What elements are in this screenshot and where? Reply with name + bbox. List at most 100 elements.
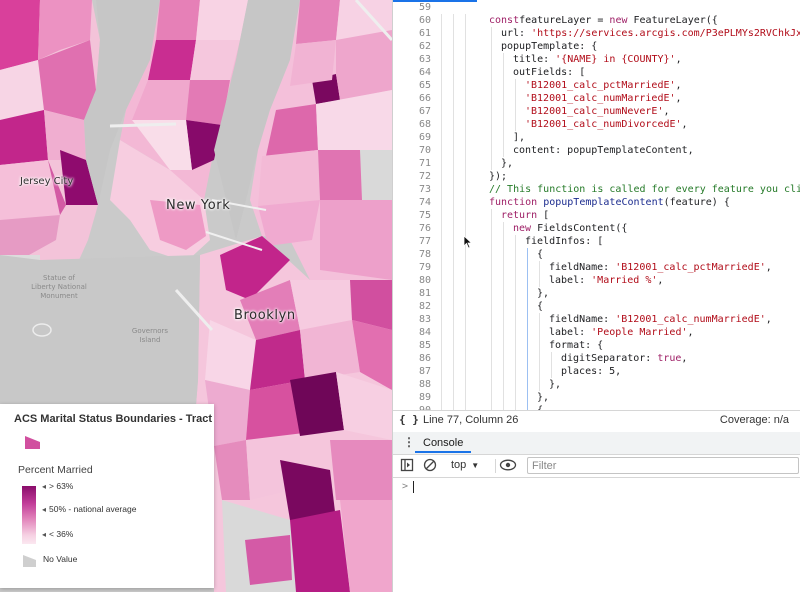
- code-line[interactable]: 82 {: [393, 300, 800, 313]
- code-editor[interactable]: 59 60 constfeatureLayer = new FeatureLayer…: [393, 0, 800, 410]
- code-token: 'B12001_calc_numNeverE': [525, 106, 664, 117]
- code-text: {: [537, 248, 543, 261]
- line-number[interactable]: 86: [393, 352, 431, 365]
- code-line[interactable]: 75 return [: [393, 209, 800, 222]
- code-line[interactable]: 59: [393, 1, 800, 14]
- line-number[interactable]: 71: [393, 157, 431, 170]
- code-line[interactable]: 85 format: {: [393, 339, 800, 352]
- clear-console-icon[interactable]: [423, 458, 437, 472]
- code-text: fieldName: 'B12001_calc_pctMarriedE',: [549, 261, 772, 274]
- code-token: new: [513, 223, 532, 234]
- line-number[interactable]: 78: [393, 248, 431, 261]
- code-line[interactable]: 88},: [393, 378, 800, 391]
- code-token: ,: [675, 54, 682, 65]
- code-line[interactable]: 65 'B12001_calc_pctMarriedE',: [393, 79, 800, 92]
- code-text: label: 'Married %',: [549, 274, 663, 287]
- code-line[interactable]: 84 label: 'People Married',: [393, 326, 800, 339]
- code-line[interactable]: 89},: [393, 391, 800, 404]
- code-token: title:: [513, 54, 556, 65]
- code-line[interactable]: 67 'B12001_calc_numNeverE',: [393, 105, 800, 118]
- code-line[interactable]: 81},: [393, 287, 800, 300]
- line-number[interactable]: 89: [393, 391, 431, 404]
- line-number[interactable]: 66: [393, 92, 431, 105]
- code-line[interactable]: 68 'B12001_calc_numDivorcedE',: [393, 118, 800, 131]
- line-number[interactable]: 88: [393, 378, 431, 391]
- line-number[interactable]: 62: [393, 40, 431, 53]
- line-number[interactable]: 87: [393, 365, 431, 378]
- code-text: 'B12001_calc_numDivorcedE',: [525, 118, 688, 131]
- code-text: },: [549, 378, 561, 391]
- console-toolbar: top ▼: [393, 455, 800, 478]
- console-prompt[interactable]: >: [393, 478, 800, 498]
- line-number[interactable]: 83: [393, 313, 431, 326]
- code-token: },: [501, 158, 514, 169]
- code-line[interactable]: 78 {: [393, 248, 800, 261]
- code-text: return [: [501, 209, 549, 222]
- code-line[interactable]: 83 fieldName: 'B12001_calc_numMarriedE',: [393, 313, 800, 326]
- code-token: ,: [675, 93, 682, 104]
- code-line[interactable]: 86 digitSeparator: true,: [393, 352, 800, 365]
- line-number[interactable]: 59: [393, 1, 431, 14]
- code-line[interactable]: 70 content: popupTemplateContent,: [393, 144, 800, 157]
- code-token: digitSeparator:: [561, 353, 658, 364]
- line-number[interactable]: 81: [393, 287, 431, 300]
- map-view[interactable]: Jersey City New York Brooklyn Statue of …: [0, 0, 392, 592]
- line-number[interactable]: 61: [393, 27, 431, 40]
- code-token: // This function is called for every fea…: [489, 184, 800, 195]
- code-line[interactable]: 73 // This function is called for every f…: [393, 183, 800, 196]
- code-line[interactable]: 64 outFields: [: [393, 66, 800, 79]
- code-token: new: [609, 15, 628, 26]
- code-text: },: [537, 287, 549, 300]
- code-line[interactable]: 60 constfeatureLayer = new FeatureLayer({: [393, 14, 800, 27]
- code-text: fieldName: 'B12001_calc_numMarriedE',: [549, 313, 772, 326]
- sidebar-toggle-icon[interactable]: [400, 458, 414, 472]
- line-number[interactable]: 68: [393, 118, 431, 131]
- line-number[interactable]: 82: [393, 300, 431, 313]
- line-number[interactable]: 85: [393, 339, 431, 352]
- code-line[interactable]: 72});: [393, 170, 800, 183]
- live-expression-eye-icon[interactable]: [499, 458, 517, 472]
- console-filter-input[interactable]: [527, 457, 799, 474]
- line-number[interactable]: 76: [393, 222, 431, 235]
- legend-no-value-label: No Value: [43, 554, 78, 564]
- line-number[interactable]: 79: [393, 261, 431, 274]
- code-line[interactable]: 74 function popupTemplateContent(feature)…: [393, 196, 800, 209]
- code-line[interactable]: 87 places: 5,: [393, 365, 800, 378]
- code-line[interactable]: 77 fieldInfos: [: [393, 235, 800, 248]
- line-number[interactable]: 70: [393, 144, 431, 157]
- code-token: 'B12001_calc_pctMarriedE': [525, 80, 676, 91]
- pretty-print-icon[interactable]: { }: [399, 413, 419, 426]
- line-number[interactable]: 63: [393, 53, 431, 66]
- line-number[interactable]: 67: [393, 105, 431, 118]
- line-number[interactable]: 72: [393, 170, 431, 183]
- code-line[interactable]: 80 label: 'Married %',: [393, 274, 800, 287]
- more-options-icon[interactable]: ⋮: [403, 435, 415, 449]
- line-number[interactable]: 80: [393, 274, 431, 287]
- line-number[interactable]: 69: [393, 131, 431, 144]
- line-number[interactable]: 64: [393, 66, 431, 79]
- code-line[interactable]: 71},: [393, 157, 800, 170]
- code-line[interactable]: 61 url: 'https://services.arcgis.com/P3eP…: [393, 27, 800, 40]
- code-line[interactable]: 79 fieldName: 'B12001_calc_pctMarriedE',: [393, 261, 800, 274]
- line-number[interactable]: 65: [393, 79, 431, 92]
- code-line[interactable]: 62 popupTemplate: {: [393, 40, 800, 53]
- code-text: 'B12001_calc_numMarriedE',: [525, 92, 682, 105]
- line-number[interactable]: 84: [393, 326, 431, 339]
- code-token: 'B12001_calc_numMarriedE': [615, 314, 766, 325]
- line-number[interactable]: 75: [393, 209, 431, 222]
- legend-field-name: Percent Married: [18, 464, 93, 476]
- code-line[interactable]: 63 title: '{NAME} in {COUNTY}',: [393, 53, 800, 66]
- code-line[interactable]: 69],: [393, 131, 800, 144]
- line-number[interactable]: 74: [393, 196, 431, 209]
- line-number[interactable]: 77: [393, 235, 431, 248]
- code-token: '{NAME} in {COUNTY}': [555, 54, 676, 65]
- line-number[interactable]: 73: [393, 183, 431, 196]
- line-number[interactable]: 60: [393, 14, 431, 27]
- code-token: label:: [549, 275, 592, 286]
- code-line[interactable]: 66 'B12001_calc_numMarriedE',: [393, 92, 800, 105]
- code-line[interactable]: 76 new FieldsContent({: [393, 222, 800, 235]
- code-token: });: [489, 171, 508, 182]
- context-selector[interactable]: top ▼: [451, 459, 479, 471]
- tab-console[interactable]: Console: [423, 437, 463, 449]
- code-text: new FieldsContent({: [513, 222, 627, 235]
